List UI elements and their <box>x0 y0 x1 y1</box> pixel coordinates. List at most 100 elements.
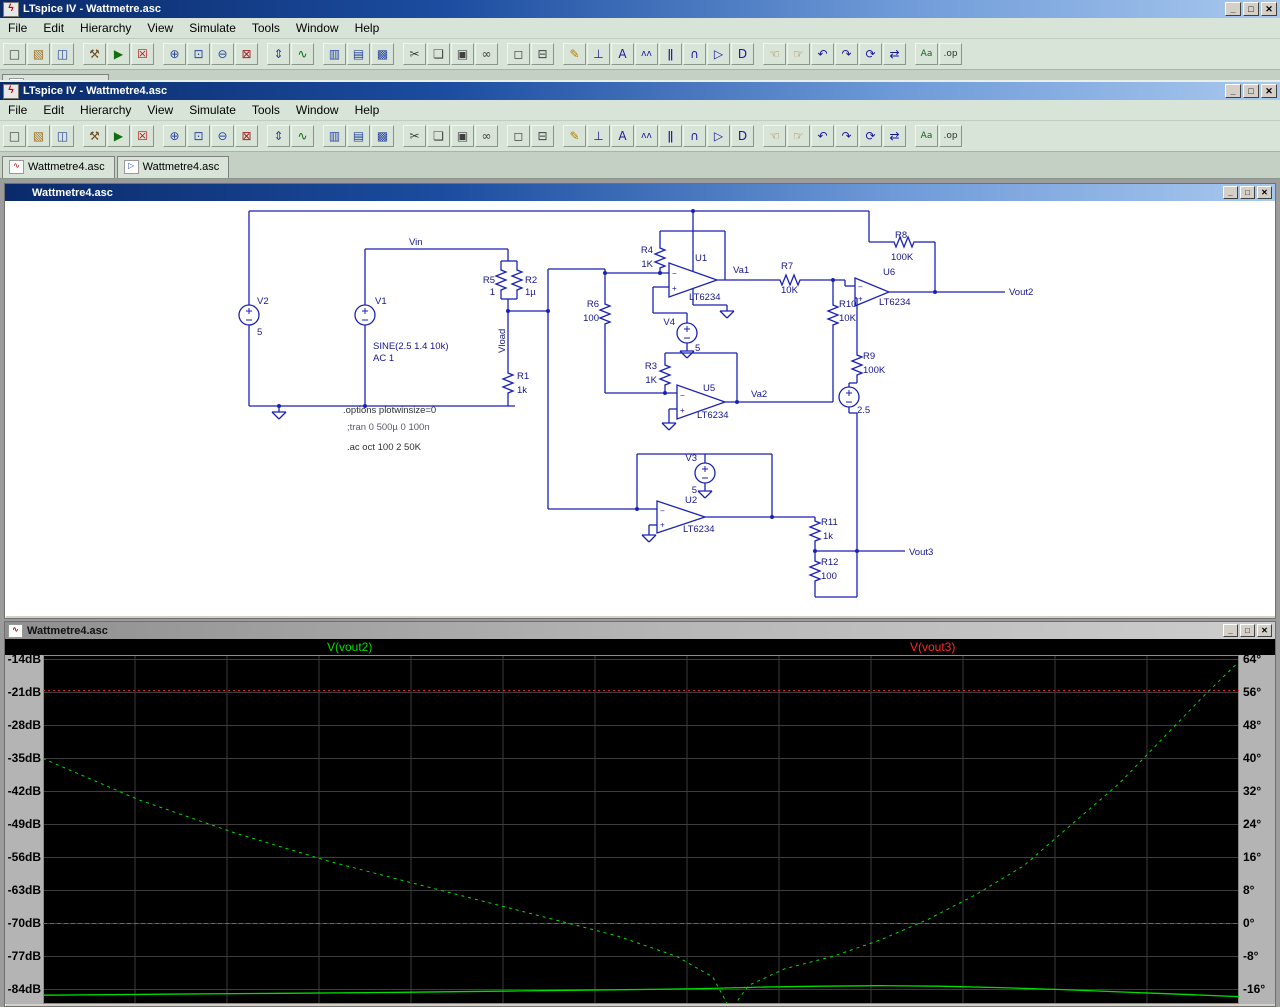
tile-horizontal-icon[interactable]: ▤ <box>347 125 370 147</box>
title-bar[interactable]: ϟ LTspice IV - Wattmetre.asc _ □ ✕ <box>0 0 1280 18</box>
zoom-out-icon[interactable]: ⊖ <box>211 125 234 147</box>
inductor-icon[interactable]: ∩ <box>683 43 706 65</box>
rotate-icon[interactable]: ⟳ <box>859 125 882 147</box>
schematic-label[interactable]: U6 <box>883 267 895 278</box>
schematic-label[interactable]: R3 <box>645 361 657 372</box>
diode-icon[interactable]: ▷ <box>707 125 730 147</box>
menu-tools[interactable]: Tools <box>244 101 288 119</box>
move-icon[interactable]: ☜ <box>763 125 786 147</box>
cut-icon[interactable]: ✂ <box>403 43 426 65</box>
print-preview-icon[interactable]: ◻ <box>507 43 530 65</box>
schematic-label[interactable]: R5 <box>483 275 495 286</box>
zoom-full-extents-icon[interactable]: ⊠ <box>235 125 258 147</box>
close-button[interactable]: ✕ <box>1261 84 1277 98</box>
schematic-label[interactable]: LT6234 <box>697 410 729 421</box>
run-icon[interactable]: ▶ <box>107 125 130 147</box>
close-button[interactable]: ✕ <box>1257 186 1272 199</box>
schematic-label[interactable]: R1 <box>517 371 529 382</box>
trace-name-label[interactable]: V(vout3) <box>910 640 955 654</box>
schematic-window-title-bar[interactable]: Wattmetre4.asc _ □ ✕ <box>5 184 1275 201</box>
cascade-windows-icon[interactable]: ▩ <box>371 43 394 65</box>
schematic-label[interactable]: R7 <box>781 261 793 272</box>
menu-help[interactable]: Help <box>347 19 388 37</box>
halt-icon[interactable]: ☒ <box>131 43 154 65</box>
paste-icon[interactable]: ▣ <box>451 125 474 147</box>
label-icon[interactable]: A <box>611 125 634 147</box>
print-icon[interactable]: ⊟ <box>531 125 554 147</box>
menu-tools[interactable]: Tools <box>244 19 288 37</box>
menu-window[interactable]: Window <box>288 19 347 37</box>
menu-file[interactable]: File <box>0 101 35 119</box>
schematic-label[interactable]: R4 <box>641 245 653 256</box>
resistor-icon[interactable]: ʌʌ <box>635 125 658 147</box>
schematic-label[interactable]: 10K <box>781 285 799 296</box>
maximize-button[interactable]: □ <box>1240 186 1255 199</box>
save-icon[interactable]: ◫ <box>51 125 74 147</box>
schematic-label[interactable]: 1k <box>823 531 833 542</box>
copy-icon[interactable]: ❏ <box>427 125 450 147</box>
maximize-button[interactable]: □ <box>1240 624 1255 637</box>
schematic-label[interactable]: Va2 <box>751 389 767 400</box>
paste-icon[interactable]: ▣ <box>451 43 474 65</box>
schematic-label[interactable]: R11 <box>821 517 838 528</box>
schematic-label[interactable]: U1 <box>695 253 707 264</box>
schematic-label[interactable]: LT6234 <box>879 297 911 308</box>
schematic-label[interactable]: 1K <box>641 259 653 270</box>
schematic-label[interactable]: 1k <box>517 385 527 396</box>
redo-icon[interactable]: ↷ <box>835 43 858 65</box>
menu-edit[interactable]: Edit <box>35 101 72 119</box>
schematic-label[interactable]: 100 <box>821 571 837 582</box>
control-panel-icon[interactable]: ⚒ <box>83 43 106 65</box>
mirror-icon[interactable]: ⇄ <box>883 43 906 65</box>
minimize-button[interactable]: _ <box>1223 186 1238 199</box>
schematic-label[interactable]: V4 <box>663 317 675 328</box>
menu-view[interactable]: View <box>139 101 181 119</box>
zoom-region-icon[interactable]: ⊡ <box>187 125 210 147</box>
run-icon[interactable]: ▶ <box>107 43 130 65</box>
close-button[interactable]: ✕ <box>1257 624 1272 637</box>
waveform-plot[interactable] <box>43 655 1239 1004</box>
schematic-label[interactable]: U5 <box>703 383 715 394</box>
schematic-canvas[interactable]: −+−+−+−+V25V1SINE(2.5 1.4 10k)AC 1VinR51… <box>5 201 1273 616</box>
schematic-label[interactable]: R10 <box>839 299 856 310</box>
schematic-label[interactable]: V1 <box>375 296 387 307</box>
schematic-label[interactable]: R6 <box>587 299 599 310</box>
schematic-label[interactable]: 10K <box>839 313 857 324</box>
print-preview-icon[interactable]: ◻ <box>507 125 530 147</box>
undo-icon[interactable]: ↶ <box>811 43 834 65</box>
schematic-label[interactable]: 100K <box>891 252 914 263</box>
schematic-label[interactable]: R9 <box>863 351 875 362</box>
find-icon[interactable]: ∞ <box>475 125 498 147</box>
schematic-label[interactable]: Vout3 <box>909 547 933 558</box>
plot-settings-icon[interactable]: ∿ <box>291 43 314 65</box>
schematic-label[interactable]: .options plotwinsize=0 <box>343 405 436 416</box>
schematic-label[interactable]: LT6234 <box>689 292 721 303</box>
text-icon[interactable]: Aa <box>915 43 938 65</box>
new-schematic-icon[interactable]: □ <box>3 125 26 147</box>
schematic-label[interactable]: LT6234 <box>683 524 715 535</box>
cut-icon[interactable]: ✂ <box>403 125 426 147</box>
schematic-label[interactable]: 2.5 <box>857 405 870 416</box>
save-icon[interactable]: ◫ <box>51 43 74 65</box>
tab-waveform-wattmetre4[interactable]: ∿ Wattmetre4.asc <box>2 156 115 178</box>
schematic-label[interactable]: R2 <box>525 275 537 286</box>
resistor-icon[interactable]: ʌʌ <box>635 43 658 65</box>
wire-icon[interactable]: ✎ <box>563 43 586 65</box>
schematic-label[interactable]: Vload <box>497 329 508 353</box>
trace-name-label[interactable]: V(vout2) <box>327 640 372 654</box>
zoom-in-icon[interactable]: ⊕ <box>163 125 186 147</box>
schematic-label[interactable]: V3 <box>685 453 697 464</box>
drag-icon[interactable]: ☞ <box>787 125 810 147</box>
schematic-label[interactable]: AC 1 <box>373 353 394 364</box>
schematic-label[interactable]: Va1 <box>733 265 749 276</box>
redo-icon[interactable]: ↷ <box>835 125 858 147</box>
label-icon[interactable]: A <box>611 43 634 65</box>
schematic-label[interactable]: 1 <box>490 287 495 298</box>
tile-horizontal-icon[interactable]: ▤ <box>347 43 370 65</box>
mirror-icon[interactable]: ⇄ <box>883 125 906 147</box>
spice-directive-icon[interactable]: .op <box>939 43 962 65</box>
plot-settings-icon[interactable]: ∿ <box>291 125 314 147</box>
diode-icon[interactable]: ▷ <box>707 43 730 65</box>
minimize-button[interactable]: _ <box>1223 624 1238 637</box>
component-icon[interactable]: D <box>731 43 754 65</box>
